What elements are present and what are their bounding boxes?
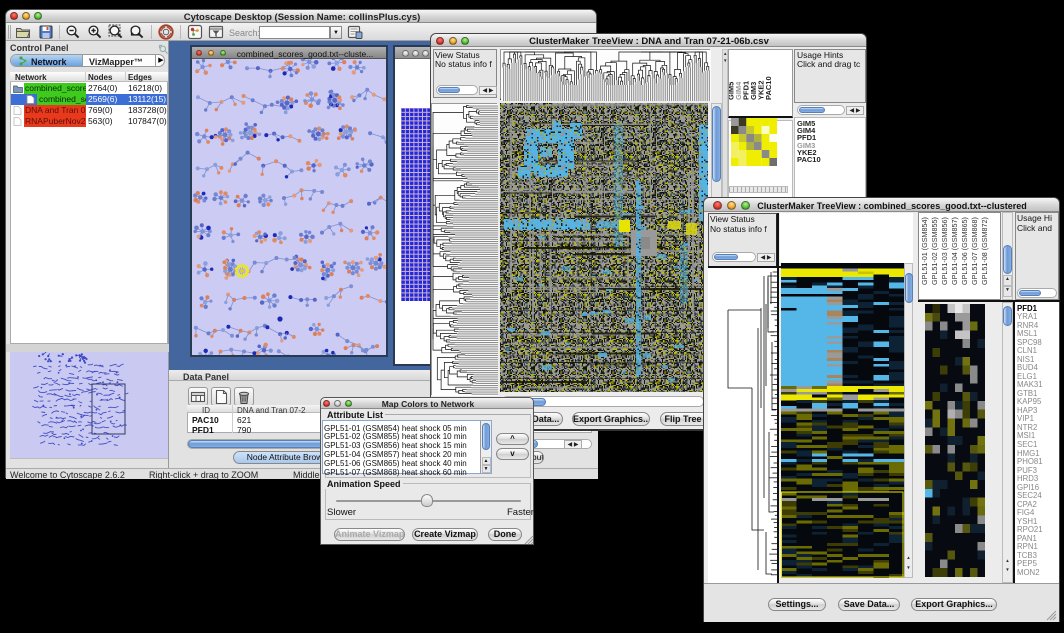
svg-text:GPL51-07 (GSM868): GPL51-07 (GSM868) [970,217,979,285]
svg-text:GPL51-04 (GSM857): GPL51-04 (GSM857) [950,217,959,285]
svg-text:GPL51-03 (GSM856): GPL51-03 (GSM856) [940,217,949,285]
svg-text:GPL51-02 (GSM855): GPL51-02 (GSM855) [930,217,939,285]
svg-text:GPL51-08 (GSM872): GPL51-08 (GSM872) [980,217,989,285]
svg-text:GPL51-06 (GSM865): GPL51-06 (GSM865) [960,217,969,285]
svg-text:GPL51-01 (GSM854): GPL51-01 (GSM854) [920,217,929,285]
svg-text:PAC10: PAC10 [764,76,773,100]
